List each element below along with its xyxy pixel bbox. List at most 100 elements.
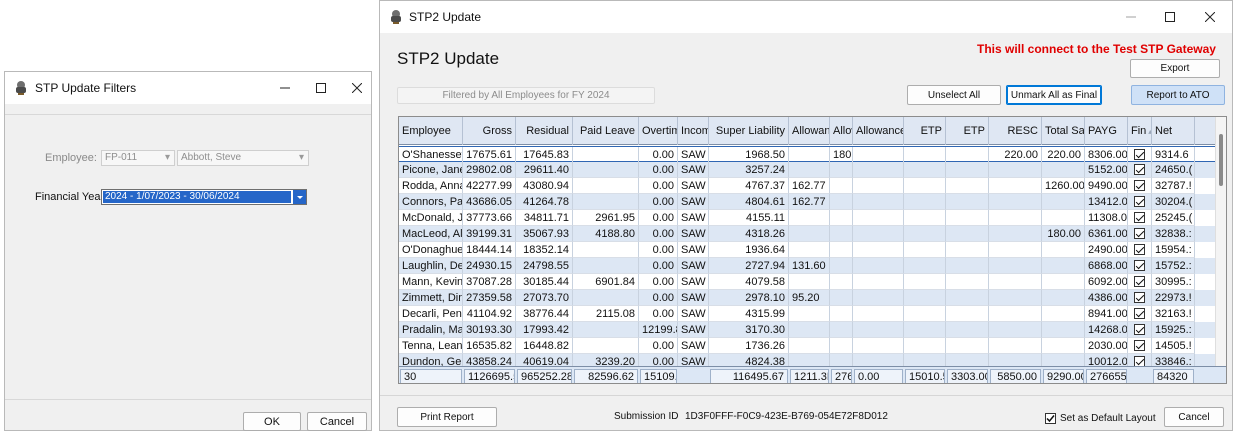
column-header[interactable]: Paid Leave [573,117,639,145]
table-row[interactable]: McDonald, Jo 37773.66 34811.71 2961.95 0.00 S… [399,210,1215,226]
column-header[interactable]: ETP [904,117,946,145]
column-header[interactable]: Fin ▴ [1128,117,1152,145]
table-row[interactable]: Decarli, Penny41104.9238776.442115.080.0… [399,306,1215,322]
table-cell: 18352.14 [516,242,573,258]
column-header[interactable]: ETP [946,117,989,145]
final-checkbox[interactable] [1128,322,1152,338]
print-report-button[interactable]: Print Report [397,407,497,427]
table-row[interactable]: Mann, Kevin 37087.28 30185.44 6901.84 0.00 SA… [399,274,1215,290]
table-cell [904,338,946,354]
table-cell: 8941.00 [1085,306,1128,322]
column-header[interactable]: Residual [516,117,573,145]
main-window-title: STP2 Update [409,10,482,24]
table-cell [853,242,904,258]
table-cell: SAW [678,178,709,194]
employee-code-select[interactable]: FP-011 ▾ [101,150,175,166]
table-cell [904,290,946,306]
final-checkbox[interactable] [1128,210,1152,226]
column-header[interactable]: Allowances [853,117,904,145]
table-cell: 37773.66 [463,210,516,226]
main-cancel-button[interactable]: Cancel [1164,407,1224,427]
table-cell [830,242,853,258]
table-row[interactable]: Pradalin, Mary30193.3017993.42 12199.88SA… [399,322,1215,338]
export-button[interactable]: Export [1130,59,1220,78]
report-to-ato-button[interactable]: Report to ATO [1131,85,1225,105]
total-cell: 0.00 [854,369,903,383]
total-cell: 965252.28 [517,369,572,383]
final-checkbox[interactable] [1128,226,1152,242]
final-checkbox[interactable] [1128,178,1152,194]
employee-name-select[interactable]: Abbott, Steve ▾ [177,150,309,166]
table-row[interactable]: Connors, Paul43686.0541264.78 0.00SAW4804… [399,194,1215,210]
final-checkbox[interactable] [1128,258,1152,274]
column-header[interactable]: Super Liability [709,117,789,145]
table-cell [904,226,946,242]
final-checkbox[interactable] [1128,194,1152,210]
final-checkbox[interactable] [1128,147,1152,163]
table-row[interactable]: O'Shanessey, 17675.61 17645.83 0.00 SAW 1968.… [399,146,1215,163]
table-cell: 17993.42 [516,322,573,338]
column-header[interactable]: Employee [399,117,463,145]
column-header[interactable]: Allow [830,117,853,145]
column-header[interactable]: Overtime [639,117,678,145]
table-cell: 30204.( [1152,194,1195,210]
filters-cancel-button[interactable]: Cancel [307,412,367,431]
column-header[interactable]: Incom [678,117,709,145]
final-checkbox[interactable] [1128,242,1152,258]
scrollbar-thumb[interactable] [1219,134,1223,186]
unmark-all-final-button[interactable]: Unmark All as Final [1006,85,1102,105]
table-cell [989,338,1042,354]
dropdown-arrow-button[interactable] [292,190,306,204]
column-header[interactable]: Total Sal [1042,117,1085,145]
table-cell: 4079.58 [709,274,789,290]
financial-year-select[interactable]: 2024 - 1/07/2023 - 30/06/2024 [101,189,307,205]
table-row[interactable]: Zimmett, Dina27359.5827073.70 0.00SAW2978… [399,290,1215,306]
checkmark-icon [1134,228,1145,239]
table-cell: SAW [678,147,709,163]
unselect-all-button[interactable]: Unselect All [907,85,1001,105]
column-header[interactable]: Gross [463,117,516,145]
table-cell [573,338,639,354]
table-cell [904,162,946,178]
table-row[interactable]: MacLeod, Alla39199.3135067.934188.800.00… [399,226,1215,242]
table-row[interactable]: Rodda, Annal 42277.99 43080.94 0.00 SAW 4767.… [399,178,1215,194]
final-checkbox[interactable] [1128,306,1152,322]
final-checkbox[interactable] [1128,162,1152,178]
column-header[interactable]: PAYG [1085,117,1128,145]
stp-employee-grid[interactable]: EmployeeGrossResidualPaid LeaveOvertimeI… [398,116,1227,384]
checkmark-icon [1134,212,1145,223]
table-cell: O'Donaghue, [399,242,463,258]
minimize-button[interactable] [1109,1,1153,33]
column-header[interactable]: Allowan [789,117,830,145]
close-button[interactable] [1188,1,1232,33]
final-checkbox[interactable] [1128,274,1152,290]
table-row[interactable]: Picone, Jane 29802.08 29611.40 0.00 SAW 3257.… [399,162,1215,178]
table-cell [989,162,1042,178]
total-cell: 30 [400,369,462,383]
column-header[interactable]: RESC [989,117,1042,145]
maximize-button[interactable] [1148,1,1192,33]
table-cell [830,274,853,290]
table-cell [789,338,830,354]
close-button[interactable] [335,72,379,104]
checkmark-icon [1134,340,1145,351]
page-title: STP2 Update [397,49,500,68]
table-cell: McDonald, Jo [399,210,463,226]
table-cell: 0.00 [639,226,678,242]
table-cell [573,242,639,258]
grid-vertical-scrollbar[interactable] [1215,117,1226,366]
final-checkbox[interactable] [1128,290,1152,306]
table-row[interactable]: Laughlin, Den24930.1524798.55 0.00SAW2727… [399,258,1215,274]
final-checkbox[interactable] [1128,338,1152,354]
column-header[interactable]: Net [1152,117,1195,145]
total-cell: 9290.00 [1043,369,1084,383]
table-cell: 220.00 [989,147,1042,163]
table-cell: MacLeod, Alla [399,226,463,242]
table-row[interactable]: O'Donaghue, 18444.14 18352.14 0.00 SAW 1936.6… [399,242,1215,258]
default-layout-checkbox[interactable] [1045,413,1056,424]
total-cell: 84320 [1153,369,1194,383]
table-cell [989,210,1042,226]
ok-button[interactable]: OK [243,412,301,431]
table-cell: 0.00 [639,147,678,163]
table-row[interactable]: Tenna, Leanr 16535.82 16448.82 0.00 SAW 1736.… [399,338,1215,354]
